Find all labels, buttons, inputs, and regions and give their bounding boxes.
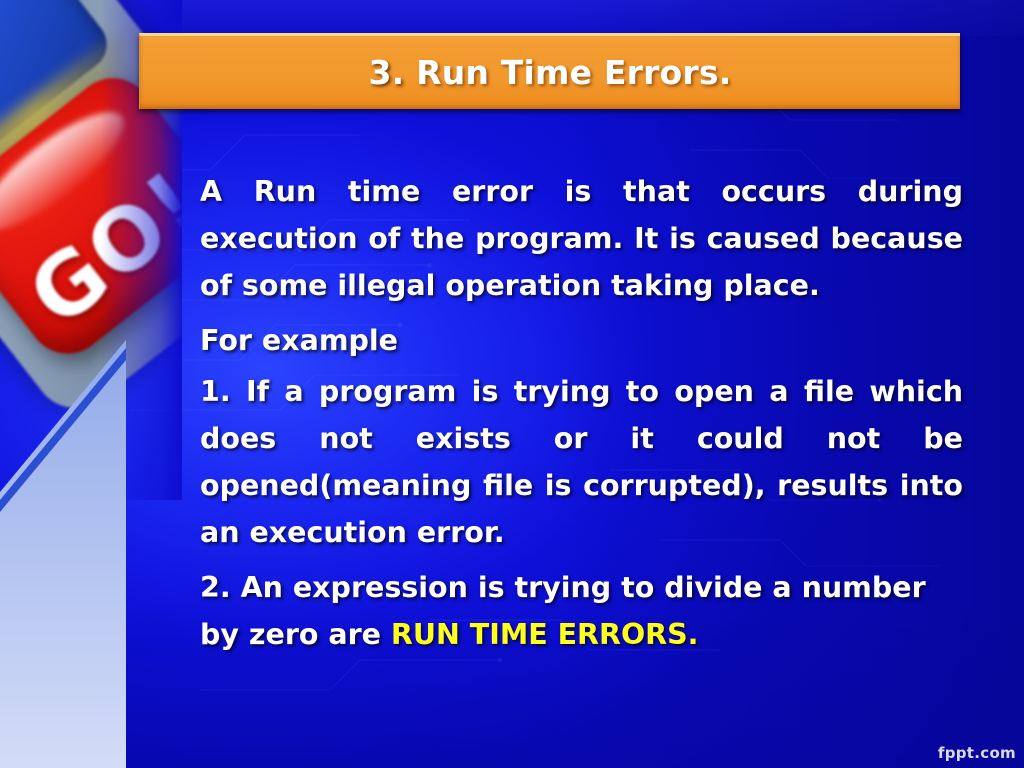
fppt-watermark: fppt.com <box>937 744 1016 762</box>
slide-title-bar: 3. Run Time Errors. <box>139 33 960 109</box>
slide-body: A Run time error is that occurs during e… <box>200 168 963 662</box>
body-paragraph-4: 2. An expression is trying to divide a n… <box>200 564 963 658</box>
slide-canvas: GO! 3. Run Time Errors. A Run time error… <box>0 0 1024 768</box>
page-title-text: Run Time Errors. <box>404 53 732 92</box>
page-title-number: 3. <box>368 53 405 92</box>
body-paragraph-2: For example <box>200 324 399 357</box>
page-title: 3. Run Time Errors. <box>369 53 732 92</box>
body-paragraph-3: 1. If a program is trying to open a file… <box>200 375 963 549</box>
body-paragraph-4-highlight: RUN TIME ERRORS. <box>390 618 699 651</box>
body-paragraph-1: A Run time error is that occurs during e… <box>200 175 963 302</box>
